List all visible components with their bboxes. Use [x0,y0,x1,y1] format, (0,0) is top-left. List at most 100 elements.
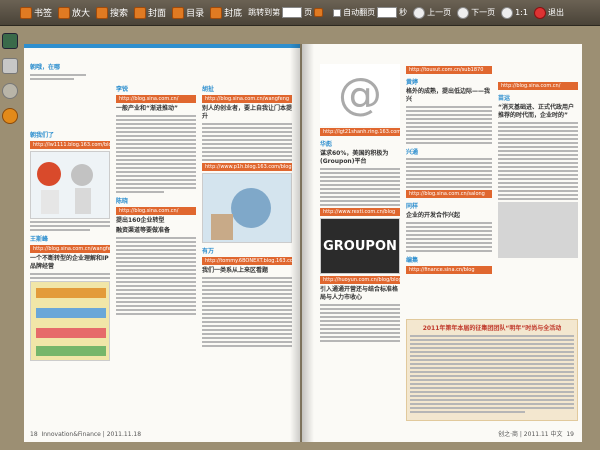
article-title: 谋求60%，美国的积极为(Groupon)平台 [320,150,389,165]
blog-url[interactable]: http://tousut.com.cn/sub1870 [406,66,492,74]
text-line [202,285,292,287]
toc-button[interactable]: 目录 [172,6,204,19]
page-footer: 18 Innovation&Finance | 2011.11.18 [30,431,141,438]
text-line [116,147,196,149]
feature-box-title: 2011年第年本届的征集团团队“明年”时尚与全活动 [422,325,562,332]
info-icon[interactable] [2,108,18,124]
blog-url[interactable]: http://blog.sina.com.cn/ [116,95,196,103]
office-photo [498,202,578,258]
bookmark-button[interactable]: 书签 [20,6,52,19]
text-line [498,166,578,168]
text-line [410,383,574,385]
text-line [406,222,492,224]
section-heading: 兴通 [406,149,419,156]
next-page-button[interactable]: 下一页 [457,6,495,19]
zoom-in-button[interactable]: 放大 [58,6,90,19]
text-line [202,317,292,319]
section-heading: 王斯峰 [30,236,49,243]
text-line [410,403,574,405]
blog-url[interactable]: http://huoyun.com.cn/blog/blog [320,276,400,284]
text-line [116,179,196,181]
exit-button[interactable]: 退出 [533,6,564,19]
blog-url[interactable]: http://lgt21shanh.ring.163.com/blog [320,128,400,136]
text-line [116,297,196,299]
goto-page-input[interactable] [282,7,303,18]
blog-url[interactable]: http://tommy.6BONEXT.blog.163.com/blog [202,257,292,265]
article-title: 一般产业和“渐进推动” [116,105,178,112]
cover-button[interactable]: 封面 [134,6,166,19]
arrow-left-icon [413,6,426,19]
article-title: 企业的开发合作兴起 [406,212,461,219]
thumbnail-icon[interactable] [2,33,18,49]
back-cover-button[interactable]: 封底 [210,6,242,19]
text-line [410,391,574,393]
goto-play-icon[interactable] [314,8,324,17]
text-line [30,225,110,227]
text-line [116,159,196,161]
text-line [320,204,400,206]
text-line [498,158,578,160]
text-line [498,174,578,176]
blog-url[interactable]: http://blog.sina.com.cn/wangfeng [202,95,292,103]
text-line [116,167,196,169]
text-line [116,253,196,255]
toc-icon [172,6,185,19]
blog-url[interactable]: http://finance.sina.cn/blog [406,266,492,274]
text-line [406,242,492,244]
text-line [406,174,492,176]
section-heading: 李锐 [116,86,129,93]
text-line [498,194,578,196]
text-line [116,309,196,311]
blog-url[interactable]: http://blog.sina.com.cn/wangfeng [30,245,110,253]
text-line [406,134,492,136]
text-line [320,332,400,334]
search-button[interactable]: 搜索 [96,6,128,19]
text-line [406,106,492,108]
text-line [498,178,578,180]
text-line [116,313,196,315]
text-line [320,308,400,310]
text-line [30,74,86,76]
text-line [320,200,400,202]
text-line [320,188,400,190]
text-line [116,143,196,145]
text-line [410,387,574,389]
text-line [498,134,578,136]
text-line [320,340,400,342]
settings-icon[interactable] [2,83,18,99]
section-heading: 有万 [202,248,215,255]
text-line [320,312,400,314]
text-line [498,138,578,140]
blog-url[interactable]: http://blog.sina.com.cn/salong [406,190,492,198]
text-line [410,355,574,357]
text-line [320,196,400,198]
section-heading: 黄婷 [406,79,419,86]
blog-url[interactable]: http://www.p1h.blog.163.com/blog [202,163,292,171]
text-line [320,180,400,182]
auto-flip-checkbox[interactable] [333,8,342,17]
section-heading: 朝我们了 [30,132,55,139]
blog-url[interactable]: http://www.rexti.com.cn/blog [320,208,400,216]
text-line [202,321,292,323]
auto-flip-seconds-input[interactable] [377,7,398,18]
text-line [406,162,492,164]
blog-url[interactable]: http://blog.sina.com.cn/ [116,207,196,215]
text-line [498,198,578,200]
sound-icon[interactable] [2,58,18,74]
text-line [116,191,164,193]
text-line [202,289,292,291]
blog-url[interactable]: http://blog.sina.com.cn/ [498,82,578,90]
text-line [320,324,400,326]
text-line [116,269,196,271]
right-col-1: @ http://lgt21shanh.ring.163.com/blog 华彪… [320,62,400,424]
text-line [320,192,400,194]
actual-size-button[interactable]: 1:1 [501,6,528,19]
blog-url[interactable]: http://lw1111.blog.163.com/blog [30,141,110,149]
text-line [406,250,492,252]
article-title: 提出160企业转型 [116,217,165,224]
text-line [116,277,196,279]
text-line [116,285,196,287]
text-line [498,170,578,172]
prev-page-button[interactable]: 上一页 [413,6,451,19]
text-line [116,257,196,259]
